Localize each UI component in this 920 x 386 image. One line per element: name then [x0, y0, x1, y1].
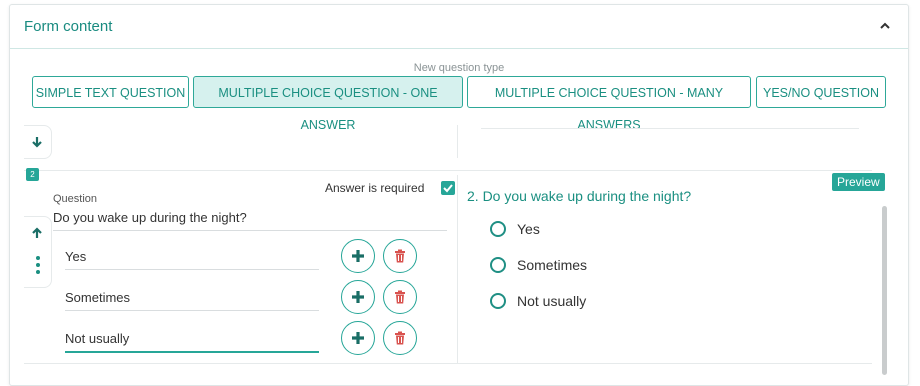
panel-title: Form content — [24, 18, 113, 35]
column-divider — [457, 175, 458, 363]
multiple-choice-one-answer-button[interactable]: MULTIPLE CHOICE QUESTION - ONE ANSWER — [193, 76, 463, 132]
preview-question: 2. Do you wake up during the night? — [467, 188, 692, 204]
add-answer-button[interactable] — [341, 239, 375, 273]
add-answer-button[interactable] — [341, 321, 375, 355]
chevron-up-icon[interactable] — [878, 19, 892, 33]
preview-badge: Preview — [832, 173, 885, 191]
simple-text-question-button[interactable]: SIMPLE TEXT QUESTION — [32, 76, 189, 108]
trash-icon — [395, 290, 405, 304]
preview-option-3: Not usually — [517, 293, 587, 309]
answer-underline — [65, 269, 319, 270]
answer-required-checkbox[interactable] — [441, 181, 455, 195]
scrollbar-thumb[interactable] — [882, 206, 887, 375]
yes-no-question-button[interactable]: YES/NO QUESTION — [756, 76, 886, 108]
check-icon — [443, 184, 453, 193]
panel-header[interactable]: Form content — [10, 5, 908, 49]
multiple-choice-many-answers-button[interactable]: MULTIPLE CHOICE QUESTION - MANY ANSWERS — [467, 76, 751, 132]
preview-option-2: Sometimes — [517, 257, 588, 273]
trash-icon — [395, 249, 405, 263]
question-side-controls — [24, 216, 52, 288]
question-separator — [24, 170, 872, 171]
form-content-panel: Form content New question type SIMPLE TE… — [9, 4, 909, 386]
preview-radio-2[interactable] — [490, 257, 506, 273]
arrow-up-icon[interactable] — [31, 227, 43, 239]
delete-answer-button[interactable] — [383, 239, 417, 273]
preview-divider — [481, 128, 859, 129]
column-divider — [457, 125, 458, 158]
more-vertical-icon[interactable] — [35, 255, 41, 275]
answer-input-1[interactable]: Yes — [65, 249, 86, 264]
trash-icon — [395, 331, 405, 345]
delete-answer-button[interactable] — [383, 321, 417, 355]
question-text-input[interactable]: Do you wake up during the night? — [53, 210, 247, 225]
answer-underline-focused — [65, 351, 319, 353]
plus-icon — [352, 332, 364, 344]
answer-input-2[interactable]: Sometimes — [65, 290, 130, 305]
question-input-underline — [53, 230, 447, 231]
arrow-down-icon[interactable] — [31, 136, 43, 148]
question-field-label: Question — [53, 193, 98, 205]
preview-option-1: Yes — [517, 221, 540, 237]
add-answer-button[interactable] — [341, 280, 375, 314]
question-separator — [24, 363, 872, 364]
plus-icon — [352, 291, 364, 303]
preview-radio-1[interactable] — [490, 221, 506, 237]
answer-required-label: Answer is required — [325, 181, 425, 195]
preview-radio-3[interactable] — [490, 293, 506, 309]
question-number-badge: 2 — [26, 168, 39, 181]
delete-answer-button[interactable] — [383, 280, 417, 314]
answer-underline — [65, 310, 319, 311]
answer-input-3[interactable]: Not usually — [65, 331, 129, 346]
plus-icon — [352, 250, 364, 262]
new-question-type-label: New question type — [413, 62, 505, 74]
move-down-tab[interactable] — [24, 125, 52, 159]
